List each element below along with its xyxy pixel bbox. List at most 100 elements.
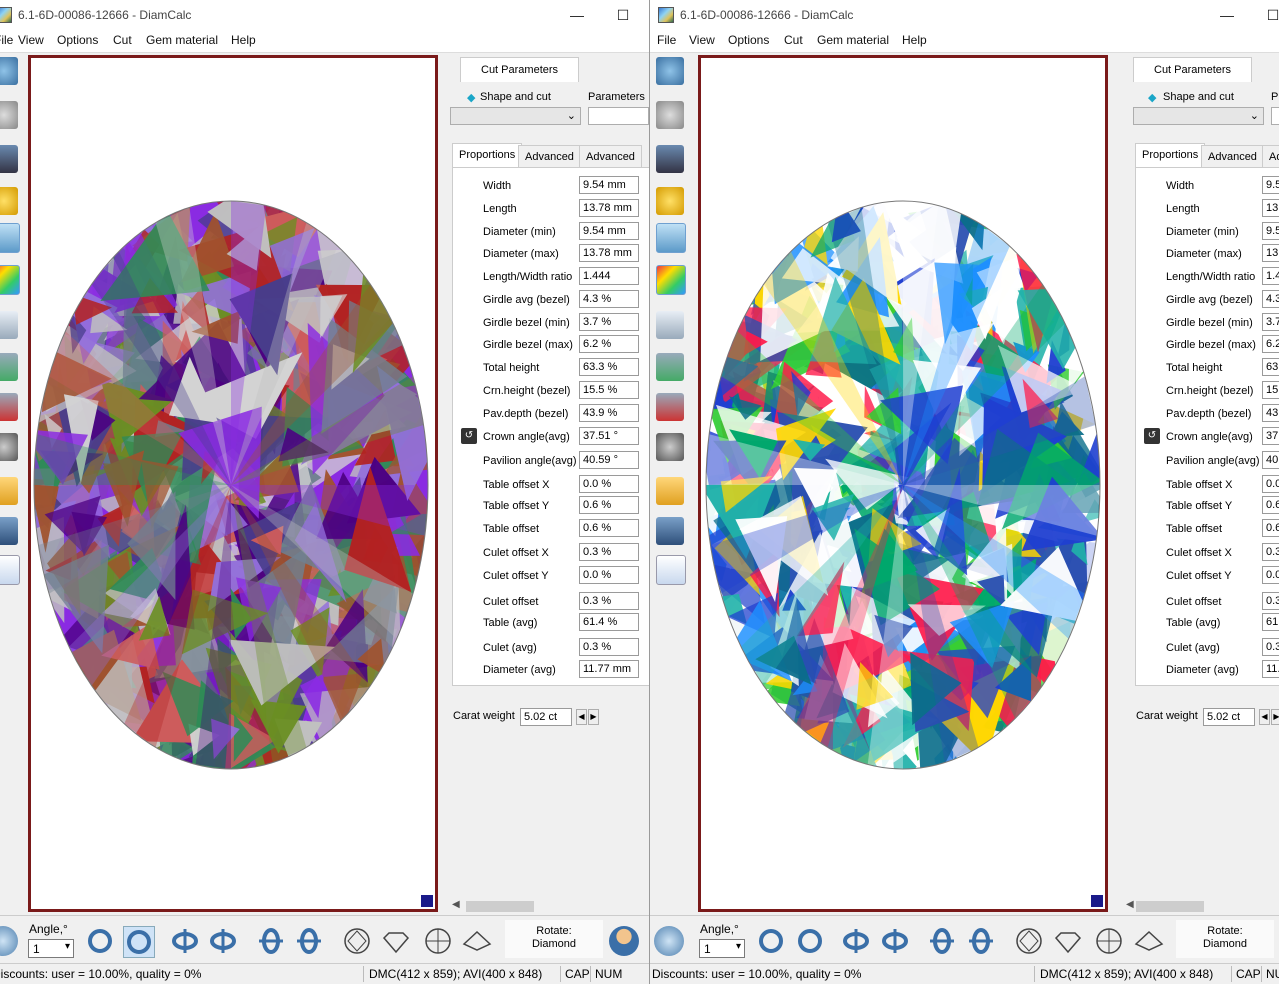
paint-bucket-icon[interactable]	[656, 145, 684, 173]
shape-select[interactable]: ⌄	[1133, 107, 1264, 125]
parameters-select[interactable]	[588, 107, 649, 125]
open-folder-icon[interactable]	[0, 477, 18, 505]
spin-left-button[interactable]: ◀	[576, 709, 587, 725]
save-disk-icon[interactable]	[656, 517, 684, 545]
film-play-icon[interactable]	[0, 353, 18, 381]
film-play-icon[interactable]	[656, 353, 684, 381]
menu-file[interactable]: File	[657, 33, 676, 47]
proportion-value-input[interactable]: 61.4 %	[579, 613, 639, 631]
proportion-value-input[interactable]: 43.9 %	[1262, 404, 1279, 422]
parameters-select[interactable]	[1271, 107, 1279, 125]
film-reel-icon[interactable]	[0, 433, 18, 461]
resize-corner[interactable]	[1091, 895, 1103, 907]
gem-viewport[interactable]	[698, 55, 1108, 912]
film-reel-icon[interactable]	[656, 433, 684, 461]
proportion-value-input[interactable]: 0.3 %	[1262, 592, 1279, 610]
proportion-value-input[interactable]: 63.3 %	[579, 358, 639, 376]
top-view-icon[interactable]	[1014, 926, 1044, 956]
proportion-value-input[interactable]: 13.78 mm	[579, 244, 639, 262]
proportion-value-input[interactable]: 11.77 mm	[1262, 660, 1279, 678]
flip-vertical-down-icon[interactable]	[966, 926, 996, 956]
menu-gem-material[interactable]: Gem material	[146, 33, 218, 47]
tab-advanced-2[interactable]: Advanced	[1262, 145, 1279, 168]
proportion-value-input[interactable]: 13.78 mm	[1262, 199, 1279, 217]
proportion-value-input[interactable]: 63.3 %	[1262, 358, 1279, 376]
flip-horizontal-right-icon[interactable]	[880, 926, 910, 956]
menu-help[interactable]: Help	[902, 33, 927, 47]
proportion-value-input[interactable]: 4.3 %	[1262, 290, 1279, 308]
gem-grey-icon[interactable]	[656, 101, 684, 129]
proportion-value-input[interactable]: 0.6 %	[1262, 519, 1279, 537]
angle-select[interactable]: 1 ▾	[699, 939, 745, 958]
menu-file[interactable]: File	[0, 33, 13, 47]
proportion-value-input[interactable]: 0.3 %	[1262, 638, 1279, 656]
proportion-value-input[interactable]: 0.0 %	[579, 475, 639, 493]
tab-advanced-1[interactable]: Advanced	[1201, 145, 1264, 168]
tab-proportions[interactable]: Proportions	[1135, 143, 1206, 168]
flip-horizontal-left-icon[interactable]	[841, 926, 871, 956]
perspective-view-icon[interactable]	[462, 926, 492, 956]
film-record-icon[interactable]	[656, 393, 684, 421]
maximize-button[interactable]: ☐	[1250, 0, 1279, 30]
proportion-value-input[interactable]: 0.6 %	[1262, 496, 1279, 514]
diamond-view-icon[interactable]	[0, 57, 18, 85]
proportion-value-input[interactable]: 1.444	[579, 267, 639, 285]
light-bulb-icon[interactable]	[0, 187, 18, 215]
maximize-button[interactable]: ☐	[600, 0, 646, 30]
proportion-value-input[interactable]: 4.3 %	[579, 290, 639, 308]
scroll-left-icon[interactable]: ◀	[1126, 899, 1134, 910]
scroll-left-icon[interactable]: ◀	[452, 899, 460, 910]
proportion-value-input[interactable]: 0.3 %	[579, 543, 639, 561]
rotate-cw-icon[interactable]	[123, 926, 155, 958]
tab-proportions[interactable]: Proportions	[452, 143, 523, 168]
proportion-value-input[interactable]: 6.2 %	[579, 335, 639, 353]
menu-cut[interactable]: Cut	[113, 33, 132, 47]
spin-right-button[interactable]: ▶	[1271, 709, 1279, 725]
minimize-button[interactable]: —	[1204, 0, 1250, 30]
gem-grey-icon[interactable]	[0, 101, 18, 129]
tab-cut-parameters[interactable]: Cut Parameters	[1133, 57, 1253, 82]
flip-horizontal-left-icon[interactable]	[170, 926, 200, 956]
rotate-ccw-icon[interactable]	[85, 926, 115, 956]
menu-cut[interactable]: Cut	[784, 33, 803, 47]
proportion-value-input[interactable]: 0.6 %	[579, 496, 639, 514]
light-bulb-icon[interactable]	[656, 187, 684, 215]
user-rotate-icon[interactable]	[609, 926, 639, 956]
proportion-value-input[interactable]: 43.9 %	[579, 404, 639, 422]
resize-corner[interactable]	[421, 895, 433, 907]
proportion-value-input[interactable]: 0.3 %	[579, 638, 639, 656]
magnifier-icon[interactable]	[0, 926, 18, 956]
panel-scrollbar[interactable]: ◀	[1122, 898, 1279, 915]
spectrum-icon[interactable]	[656, 265, 686, 295]
spin-left-button[interactable]: ◀	[1259, 709, 1270, 725]
bottom-view-icon[interactable]	[423, 926, 453, 956]
carat-weight-input[interactable]: 5.02 ct	[520, 708, 572, 726]
scroll-thumb[interactable]	[466, 901, 534, 912]
rotate-cw-icon[interactable]	[795, 926, 825, 956]
proportion-value-input[interactable]: 0.3 %	[579, 592, 639, 610]
proportion-value-input[interactable]: 0.6 %	[579, 519, 639, 537]
diamond-view-icon[interactable]	[656, 57, 684, 85]
picture-icon[interactable]	[656, 311, 684, 339]
diamond-rays-icon[interactable]	[0, 223, 20, 253]
menu-gem-material[interactable]: Gem material	[817, 33, 889, 47]
proportion-value-input[interactable]: 13.78 mm	[579, 199, 639, 217]
menu-help[interactable]: Help	[231, 33, 256, 47]
proportion-value-input[interactable]: 3.7 %	[1262, 313, 1279, 331]
side-view-icon[interactable]	[381, 926, 411, 956]
film-record-icon[interactable]	[0, 393, 18, 421]
flip-vertical-up-icon[interactable]	[927, 926, 957, 956]
picture-icon[interactable]	[0, 311, 18, 339]
proportion-value-input[interactable]: 1.444	[1262, 267, 1279, 285]
top-view-icon[interactable]	[342, 926, 372, 956]
shape-select[interactable]: ⌄	[450, 107, 581, 125]
proportion-value-input[interactable]: 40.59 °	[1262, 451, 1279, 469]
scroll-thumb[interactable]	[1136, 901, 1204, 912]
carat-weight-input[interactable]: 5.02 ct	[1203, 708, 1255, 726]
proportion-value-input[interactable]: 6.2 %	[1262, 335, 1279, 353]
proportion-value-input[interactable]: 0.0 %	[1262, 566, 1279, 584]
proportion-value-input[interactable]: 9.54 mm	[579, 222, 639, 240]
spin-right-button[interactable]: ▶	[588, 709, 599, 725]
proportion-value-input[interactable]: 11.77 mm	[579, 660, 639, 678]
magnifier-icon[interactable]	[654, 926, 684, 956]
